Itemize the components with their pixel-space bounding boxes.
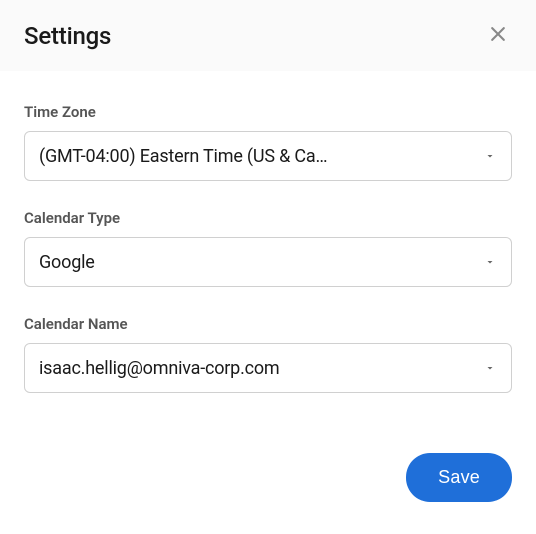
timezone-field-group: Time Zone (GMT-04:00) Eastern Time (US &…: [24, 103, 512, 181]
calendar-type-select[interactable]: Google: [24, 237, 512, 287]
timezone-select-wrap: (GMT-04:00) Eastern Time (US & Ca…: [24, 131, 512, 181]
page-title: Settings: [24, 22, 111, 50]
calendar-name-field-group: Calendar Name isaac.hellig@omniva-corp.c…: [24, 315, 512, 393]
save-button[interactable]: Save: [406, 453, 512, 502]
calendar-name-select-wrap: isaac.hellig@omniva-corp.com: [24, 343, 512, 393]
timezone-select[interactable]: (GMT-04:00) Eastern Time (US & Ca…: [24, 131, 512, 181]
calendar-type-select-wrap: Google: [24, 237, 512, 287]
settings-footer: Save: [0, 445, 536, 526]
close-icon: [488, 24, 508, 47]
calendar-name-label: Calendar Name: [24, 315, 512, 333]
timezone-label: Time Zone: [24, 103, 512, 121]
close-button[interactable]: [484, 20, 512, 51]
settings-form: Time Zone (GMT-04:00) Eastern Time (US &…: [0, 71, 536, 445]
calendar-name-select[interactable]: isaac.hellig@omniva-corp.com: [24, 343, 512, 393]
settings-header: Settings: [0, 0, 536, 71]
calendar-type-label: Calendar Type: [24, 209, 512, 227]
calendar-type-field-group: Calendar Type Google: [24, 209, 512, 287]
